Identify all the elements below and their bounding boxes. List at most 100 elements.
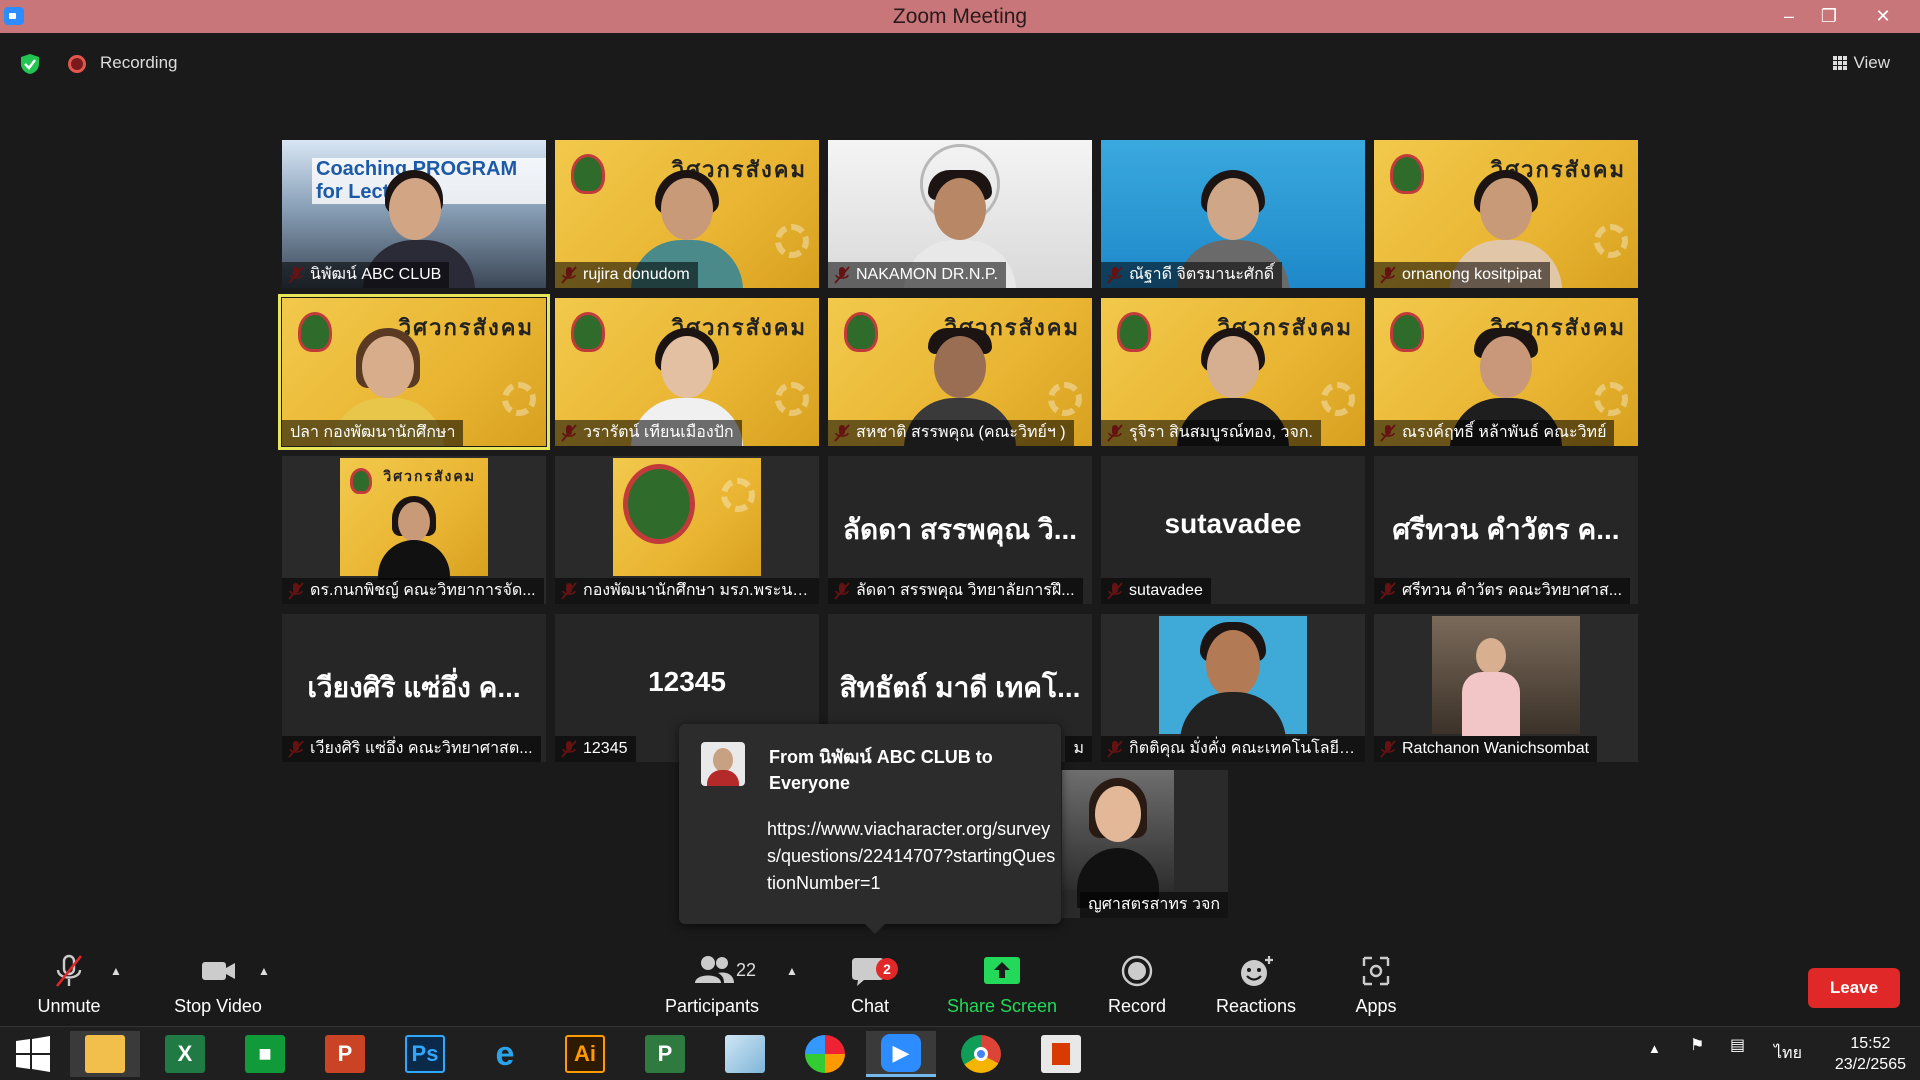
chat-message-link[interactable]: https://www.viacharacter.org/surveys/que… (767, 816, 1057, 897)
participant-tile[interactable]: วิศวกรสังคม สหชาติ สรรพคุณ (คณะวิทย์ฯ ) (828, 298, 1092, 446)
university-emblem-icon (1390, 154, 1424, 194)
participant-tile[interactable]: sutavadee sutavadee (1101, 456, 1365, 604)
taskbar-zoom[interactable]: ▶ (866, 1031, 936, 1077)
participant-display-name: เวียงศิริ แซ่อึ่ง ค... (307, 672, 521, 703)
taskbar-office[interactable] (1026, 1031, 1096, 1077)
participant-name: ornanong kositpipat (1374, 262, 1550, 288)
tray-overflow-icon[interactable]: ▲ (1648, 1041, 1661, 1056)
participant-tile[interactable]: วิศวกรสังคม ณรงค์ฤทธิ์ หล้าพันธ์ คณะวิทย… (1374, 298, 1638, 446)
zoom-icon: ▶ (881, 1033, 921, 1072)
participant-tile[interactable]: วิศวกรสังคม ดร.กนกพิชญ์ คณะวิทยาการจัด..… (282, 456, 546, 604)
university-emblem-icon (350, 468, 372, 494)
taskbar-photoscape[interactable] (790, 1031, 860, 1077)
participant-tile[interactable]: กิตติคุณ มั่งคั่ง คณะเทคโนโลยีอุ... (1101, 614, 1365, 762)
participant-tile[interactable]: กองพัฒนานักศึกษา มรภ.พระนคร (555, 456, 819, 604)
record-icon (1121, 955, 1153, 987)
apps-button[interactable]: Apps (1336, 948, 1416, 1024)
participant-name: rujira donudom (555, 262, 698, 288)
unmute-label: Unmute (37, 996, 101, 1016)
minimize-button[interactable]: – (1772, 4, 1806, 28)
participant-tile[interactable]: ลัดดา สรรพคุณ วิ... ลัดดา สรรพคุณ วิทยาล… (828, 456, 1092, 604)
taskbar-clock[interactable]: 15:52 23/2/2565 (1835, 1033, 1906, 1075)
university-emblem-icon (571, 154, 605, 194)
taskbar-photoshop[interactable]: Ps (390, 1031, 460, 1077)
participant-tile[interactable]: เวียงศิริ แซ่อึ่ง ค... เวียงศิริ แซ่อึ่ง… (282, 614, 546, 762)
participant-tile[interactable]: ณัฐาดี จิตรมานะศักดิ์ (1101, 140, 1365, 288)
participant-tile[interactable]: วิศวกรสังคม ornanong kositpipat (1374, 140, 1638, 288)
participant-name: กองพัฒนานักศึกษา มรภ.พระนคร (555, 578, 819, 604)
gear-icon (1321, 382, 1355, 416)
gear-icon (775, 382, 809, 416)
university-emblem-icon (571, 312, 605, 352)
recording-label[interactable]: Recording (100, 53, 178, 73)
participant-name: ดร.กนกพิชญ์ คณะวิทยาการจัด... (282, 578, 544, 604)
participant-name: NAKAMON DR.N.P. (828, 262, 1006, 288)
network-icon[interactable]: ▤ (1730, 1035, 1745, 1055)
taskbar-chrome[interactable] (946, 1031, 1016, 1077)
language-indicator[interactable]: ไทย (1774, 1041, 1802, 1066)
taskbar-project[interactable]: P (630, 1031, 700, 1077)
participant-name: Ratchanon Wanichsombat (1374, 736, 1598, 762)
taskbar-excel[interactable]: X (150, 1031, 220, 1077)
participant-tile[interactable]: NAKAMON DR.N.P. (828, 140, 1092, 288)
participant-tile[interactable]: วิศวกรสังคม rujira donudom (555, 140, 819, 288)
leave-button[interactable]: Leave (1808, 968, 1900, 1008)
profile-picture (1432, 616, 1580, 736)
stop-video-button[interactable]: Stop Video (160, 948, 276, 1024)
zoom-window: Zoom Meeting – ❐ ✕ Recording View Coachi… (0, 0, 1920, 1080)
taskbar-notepad[interactable] (710, 1031, 780, 1077)
participants-count: 22 (736, 960, 757, 980)
microphone-muted-icon (55, 954, 83, 987)
start-button[interactable] (0, 1031, 66, 1077)
chat-button[interactable]: 2 Chat (830, 948, 910, 1024)
apps-icon (1362, 956, 1390, 986)
gear-icon (1594, 224, 1628, 258)
chat-notification-popup[interactable]: From นิพัฒน์ ABC CLUB to Everyone https:… (679, 724, 1061, 934)
office-icon (1041, 1035, 1081, 1073)
project-icon: P (645, 1035, 685, 1073)
participant-tile[interactable]: วิศวกรสังคม วรารัตน์ เทียนเมืองปัก (555, 298, 819, 446)
powerpoint-icon: P (325, 1035, 365, 1073)
participant-tile[interactable]: วิศวกรสังคม รุจิรา สินสมบูรณ์ทอง, วจก. (1101, 298, 1365, 446)
participant-tile[interactable]: Coaching PROGRAM for Lecturer นิพัฒน์ AB… (282, 140, 546, 288)
participant-name: ณัฐาดี จิตรมานะศักดิ์ (1101, 262, 1283, 288)
record-label: Record (1107, 996, 1167, 1016)
participant-tile-active-speaker[interactable]: วิศวกรสังคม ปลา กองพัฒนานักศึกษา (278, 294, 550, 450)
reactions-smiley-icon (1241, 956, 1273, 986)
participant-tile[interactable]: ศรีทวน คำวัตร ค... ศรีทวน คำวัตร คณะวิทย… (1374, 456, 1638, 604)
taskbar-internet-explorer[interactable]: e (470, 1031, 540, 1077)
taskbar-illustrator[interactable]: Ai (550, 1031, 620, 1077)
chat-label: Chat (850, 996, 890, 1016)
university-emblem-icon (623, 464, 695, 544)
participant-tile[interactable]: Ratchanon Wanichsombat (1374, 614, 1638, 762)
restore-button[interactable]: ❐ (1812, 4, 1846, 28)
video-options-caret-icon[interactable]: ▲ (258, 964, 270, 978)
record-button[interactable]: Record (1094, 948, 1180, 1024)
taskbar-store[interactable]: ■ (230, 1031, 300, 1077)
taskbar-file-explorer[interactable] (70, 1031, 140, 1077)
participants-button[interactable]: 22 Participants (660, 948, 764, 1024)
close-button[interactable]: ✕ (1866, 4, 1900, 28)
windows-taskbar: X ■ P Ps e Ai P ▶ ▲ ⚑ ▤ ไทย 15:52 23/2/2… (0, 1026, 1920, 1080)
participant-display-name: sutavadee (1164, 508, 1302, 539)
meeting-top-bar: Recording View (0, 33, 1920, 93)
audio-options-caret-icon[interactable]: ▲ (110, 964, 122, 978)
gear-icon (721, 478, 755, 512)
participant-name: วรารัตน์ เทียนเมืองปัก (555, 420, 742, 446)
title-bar: Zoom Meeting – ❐ ✕ (0, 0, 1920, 33)
reactions-button[interactable]: Reactions (1204, 948, 1308, 1024)
stop-video-label: Stop Video (174, 996, 262, 1016)
window-title: Zoom Meeting (892, 5, 1028, 28)
participant-display-name: ศรีทวน คำวัตร ค... (1392, 514, 1620, 545)
participant-name: 12345 (555, 736, 636, 762)
view-button[interactable]: View (1823, 49, 1900, 77)
banner-text: วิศวกรสังคม (383, 468, 476, 484)
action-center-flag-icon[interactable]: ⚑ (1690, 1035, 1704, 1055)
taskbar-powerpoint[interactable]: P (310, 1031, 380, 1077)
participant-name: ลัดดา สรรพคุณ วิทยาลัยการฝึ... (828, 578, 1083, 604)
unmute-button[interactable]: Unmute (20, 948, 118, 1024)
share-screen-button[interactable]: Share Screen (944, 948, 1060, 1024)
participant-name: ศรีทวน คำวัตร คณะวิทยาศาส... (1374, 578, 1631, 604)
security-shield-icon[interactable] (20, 53, 40, 75)
participants-options-caret-icon[interactable]: ▲ (786, 964, 798, 978)
